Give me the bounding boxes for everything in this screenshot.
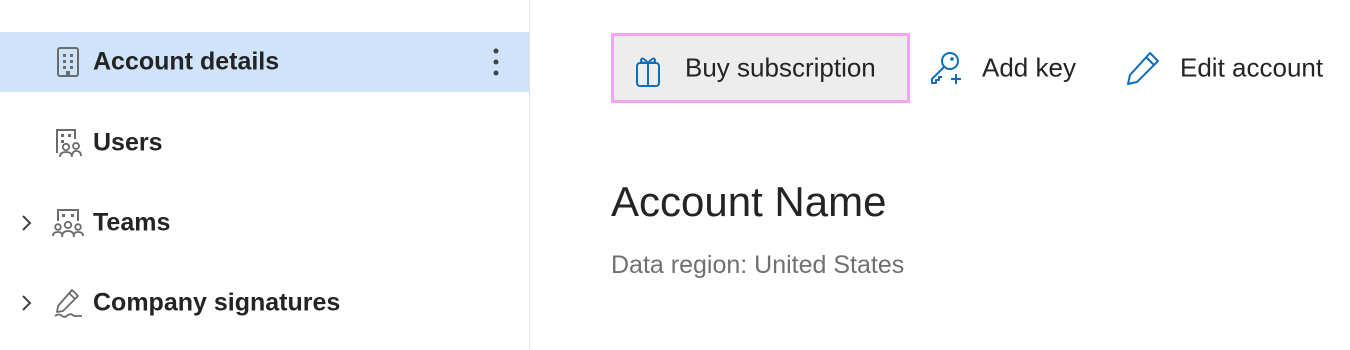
sidebar-item-label: Company signatures xyxy=(93,288,341,317)
sidebar-item-label: Account details xyxy=(93,47,280,76)
pencil-icon xyxy=(1125,50,1161,93)
key-add-icon xyxy=(929,50,965,93)
building-icon xyxy=(52,46,84,78)
buy-subscription-label: Buy subscription xyxy=(685,52,876,83)
main-content: Buy subscription Add key Edit account Ac… xyxy=(530,0,1350,350)
gift-icon xyxy=(634,54,662,95)
add-key-label: Add key xyxy=(982,52,1076,83)
sidebar-item-users[interactable]: Users xyxy=(0,113,529,173)
sidebar-item-label: Users xyxy=(93,128,163,157)
edit-account-label: Edit account xyxy=(1180,52,1324,83)
sidebar-item-teams[interactable]: Teams xyxy=(0,193,529,253)
more-options-icon[interactable] xyxy=(480,42,512,82)
building-people-icon xyxy=(52,127,84,159)
signature-icon xyxy=(52,287,84,319)
chevron-right-icon[interactable] xyxy=(16,213,36,233)
sidebar-item-label: Teams xyxy=(93,208,171,237)
buy-subscription-button[interactable]: Buy subscription xyxy=(611,33,910,103)
building-team-icon xyxy=(52,207,84,239)
data-region-text: Data region: United States xyxy=(611,251,905,279)
sidebar-nav: Account details Users Teams Company sign… xyxy=(0,0,530,350)
chevron-right-icon[interactable] xyxy=(16,293,36,313)
sidebar-item-company-signatures[interactable]: Company signatures xyxy=(0,273,529,333)
sidebar-item-account-details[interactable]: Account details xyxy=(0,32,529,92)
page-title: Account Name xyxy=(611,178,887,225)
